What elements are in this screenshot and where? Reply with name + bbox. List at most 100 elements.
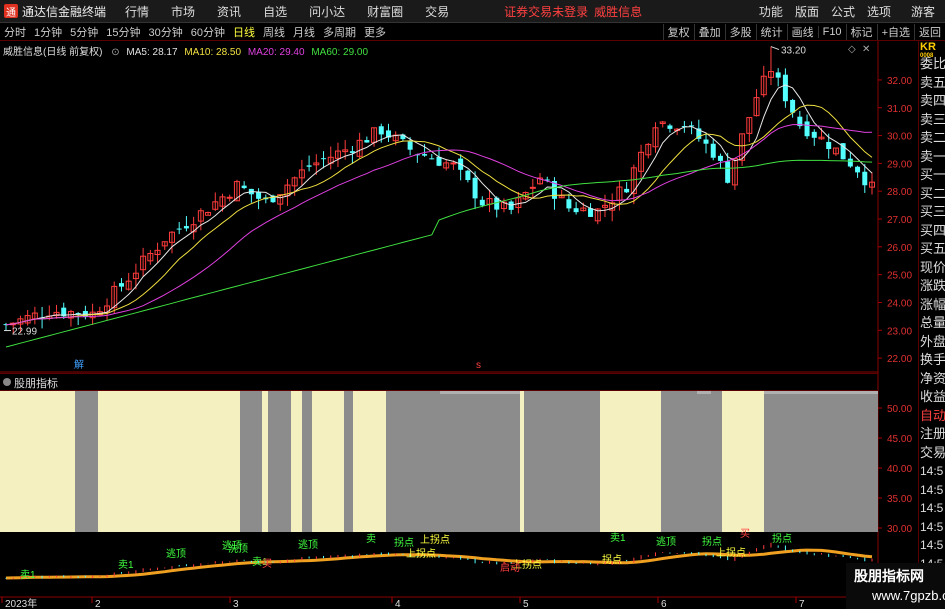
mark-button[interactable]: 标记 xyxy=(845,23,877,40)
watermark: 股朋指标网 www.7gpzb.com xyxy=(846,563,945,609)
period-tab-5min[interactable]: 5分钟 xyxy=(66,24,102,40)
guest-user[interactable]: 游客 xyxy=(897,3,945,20)
quote-field-16: 换手 xyxy=(920,352,945,367)
indicator-band-gray xyxy=(764,390,878,532)
candle-down xyxy=(183,226,189,229)
signal-label-sell: 卖1 xyxy=(610,532,626,544)
signal-label-sell: 拐点 xyxy=(772,532,792,545)
candle-down xyxy=(855,166,861,173)
back-button[interactable]: 返回 xyxy=(914,23,945,40)
indicator-tick-label: 40.00 xyxy=(887,464,912,475)
menu-watchlist[interactable]: 自选 xyxy=(252,3,298,20)
quote-field-5: 卖一 xyxy=(920,148,945,164)
legend-ma10: MA10: 28.50 xyxy=(184,47,242,58)
candle-down xyxy=(804,121,810,137)
candle-down xyxy=(176,228,182,230)
event-marker-unlock: 解 xyxy=(74,358,84,371)
price-tick-label: 25.00 xyxy=(887,271,912,282)
period-tab-multi[interactable]: 多周期 xyxy=(319,24,360,40)
candle-down xyxy=(407,141,413,150)
stats-button[interactable]: 统计 xyxy=(755,23,787,40)
indicator-tick-label: 30.00 xyxy=(887,524,912,535)
menu-formula[interactable]: 公式 xyxy=(825,3,861,20)
quote-field-8: 买三 xyxy=(920,204,945,219)
kline-chart[interactable]: 32.00 31.00 30.00 29.00 28.00 27.00 26.00 25.00… xyxy=(0,41,912,609)
title-bar: 通 通达信金融终端 行情 市场 资讯 自选 问小达 财富圈 交易 证券交易未登录… xyxy=(0,0,945,23)
price-tick-label: 23.00 xyxy=(887,326,912,337)
adjust-button[interactable]: 复权 xyxy=(662,23,694,40)
legend-ma5: MA5: 28.17 xyxy=(126,47,178,58)
period-toolbar: 分时 1分钟 5分钟 15分钟 30分钟 60分钟 日线 周线 月线 多周期 更… xyxy=(0,23,945,41)
menu-ask[interactable]: 问小达 xyxy=(298,3,356,20)
price-tick-label: 32.00 xyxy=(887,76,912,87)
legend-toggle-icon[interactable]: ⊙ xyxy=(111,47,119,58)
quote-field-11: 现价 xyxy=(920,259,945,275)
signal-label-sell: 卖 xyxy=(366,533,376,545)
period-tab-daily[interactable]: 日线 xyxy=(229,24,259,40)
candle-down xyxy=(710,143,716,158)
multi-stock-button[interactable]: 多股 xyxy=(724,23,756,40)
signal-label-sell: 卖1 xyxy=(118,559,134,571)
quote-field-1: 卖五 xyxy=(920,74,945,90)
candle-down xyxy=(256,191,262,199)
price-tick-label: 27.00 xyxy=(887,215,912,226)
f10-button[interactable]: F10 xyxy=(817,25,846,38)
candle-down xyxy=(378,126,384,135)
overlay-button[interactable]: 叠加 xyxy=(693,23,725,40)
menu-trade[interactable]: 交易 xyxy=(414,3,460,20)
chart-settings-icon[interactable]: ◇ xyxy=(848,44,856,55)
auto-button[interactable]: 自动 xyxy=(919,407,945,426)
indicator-band-gray xyxy=(302,390,312,532)
app-logo: 通 通达信金融终端 xyxy=(0,3,114,20)
period-tab-intraday[interactable]: 分时 xyxy=(0,24,30,40)
candle-down xyxy=(472,177,478,199)
period-tab-15min[interactable]: 15分钟 xyxy=(102,24,144,40)
candle-down xyxy=(847,158,853,167)
period-tab-30min[interactable]: 30分钟 xyxy=(145,24,187,40)
price-tick-label: 26.00 xyxy=(887,243,912,254)
menu-options[interactable]: 选项 xyxy=(861,3,897,20)
indicator-band-gray xyxy=(344,390,353,532)
menu-wealth[interactable]: 财富圈 xyxy=(356,3,414,20)
candle-down xyxy=(241,185,247,189)
indicator-band-gray xyxy=(524,390,600,532)
candle-down xyxy=(465,170,471,181)
indicator-tick-label: 50.00 xyxy=(887,404,912,415)
quote-field-4: 卖二 xyxy=(920,130,945,145)
period-tab-monthly[interactable]: 月线 xyxy=(289,24,319,40)
period-tab-more[interactable]: 更多 xyxy=(360,24,390,40)
period-tab-60min[interactable]: 60分钟 xyxy=(187,24,229,40)
app-title: 通达信金融终端 xyxy=(22,4,107,19)
candle-down xyxy=(436,156,442,166)
price-tick-label: 24.00 xyxy=(887,298,912,309)
indicator-tick-label: 35.00 xyxy=(887,494,912,505)
trade-login-status[interactable]: 证券交易未登录 xyxy=(504,3,588,20)
menu-news[interactable]: 资讯 xyxy=(206,3,252,20)
tick-time: 14:5 xyxy=(920,482,944,497)
date-tick-label: 5 xyxy=(523,599,529,609)
candle-down xyxy=(782,74,788,102)
quote-field-17: 净资 xyxy=(920,370,945,386)
quote-field-7: 买二 xyxy=(920,185,945,201)
price-tick-label: 31.00 xyxy=(887,104,912,115)
high-label: 33.20 xyxy=(781,46,806,57)
quote-field-10: 买五 xyxy=(920,241,945,256)
draw-line-button[interactable]: 画线 xyxy=(786,23,818,40)
date-tick-label: 6 xyxy=(661,599,667,609)
candle-down xyxy=(624,188,630,193)
chart-close-icon[interactable]: ✕ xyxy=(862,44,870,55)
candle-down xyxy=(588,208,594,217)
quote-field-extra-1: 交易 xyxy=(920,444,945,460)
menu-layout[interactable]: 版面 xyxy=(789,3,825,20)
indicator-band-gray xyxy=(268,390,291,532)
tick-time: 14:5 xyxy=(920,501,944,515)
menu-market[interactable]: 市场 xyxy=(160,3,206,20)
menu-function[interactable]: 功能 xyxy=(753,3,789,20)
kline-chart-canvas[interactable]: 32.00 31.00 30.00 29.00 28.00 27.00 26.00 25.00… xyxy=(0,41,918,609)
period-tab-1min[interactable]: 1分钟 xyxy=(30,24,66,40)
price-tick-label: 29.00 xyxy=(887,159,912,170)
add-watchlist-button[interactable]: +自选 xyxy=(876,23,914,40)
period-tab-weekly[interactable]: 周线 xyxy=(259,24,289,40)
indicator-toggle-icon[interactable] xyxy=(3,378,11,386)
menu-quotes[interactable]: 行情 xyxy=(114,3,160,20)
